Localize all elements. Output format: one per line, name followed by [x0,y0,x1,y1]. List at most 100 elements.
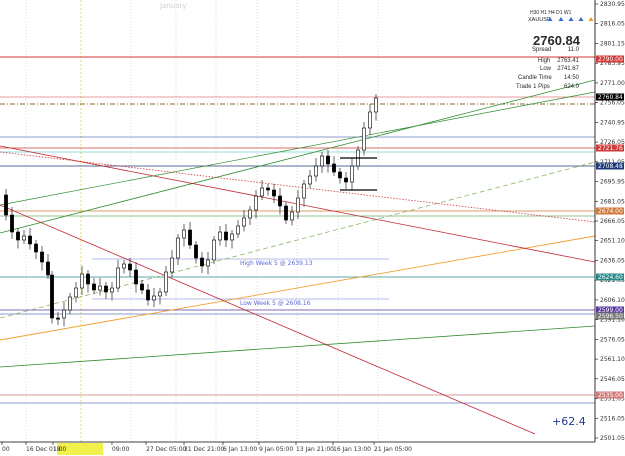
candle-body [122,263,126,269]
candle-body [212,239,216,261]
candle-body [62,309,66,319]
candle-body [296,197,300,213]
price-axis[interactable] [595,0,625,456]
candle-body [34,243,38,253]
candle-body [50,274,54,319]
price-tick-label: 2666.05 [600,218,625,225]
candle-body [254,195,258,211]
chart-window: H30 H1 H4 D1 W1 XAUUSD 2760.84 Spread 11… [0,0,625,456]
price-level-tag-text: 2721.76 [598,145,623,152]
candle-body [218,231,222,241]
candle-body [362,127,366,151]
time-tick-label: 27 Dec 05:00 [146,446,187,453]
candle-body [40,251,44,263]
candle-body [152,295,156,301]
price-tick-label: 2740.95 [600,119,625,126]
candle-body [266,187,270,191]
trade-pips-value: 624.0 [564,84,580,90]
candle-body [176,237,180,259]
price-tick-label: 2695.95 [600,179,625,186]
candle-body [260,187,264,197]
time-tick-label: 13 Jan 21:00 [296,446,334,453]
spread-label: Spread [532,47,551,53]
time-tick-label: 16 Jan 13:00 [333,446,371,453]
candle-body [46,261,50,276]
time-tick-label: 09:00 [112,446,129,453]
candle-body [368,111,372,129]
candle-body [284,205,288,221]
candle-body [314,165,318,177]
candle-body [158,291,162,297]
candle-body [86,273,90,285]
timeframe-labels[interactable]: H30 H1 H4 D1 W1 [530,10,572,16]
candle-body [22,235,26,241]
candle-body [128,263,132,271]
candle-body [290,211,294,221]
candle-body [248,209,252,219]
candle-body [188,229,192,246]
price-tick-label: 2576.05 [600,336,625,343]
candle-body [146,289,150,301]
candle-body [326,155,330,165]
price-tick-label: 2516.05 [600,415,625,422]
pnl-value: +62.4 [552,415,586,428]
time-tick-label: 21 Jan 05:00 [374,446,412,453]
price-tick-label: 2651.10 [600,238,625,245]
candle-body [350,165,354,183]
candle-body [242,217,246,227]
high-label: High [538,58,550,64]
candle-body [140,283,144,291]
low-label: Low [540,66,552,72]
candle-body [374,97,378,113]
candle-time-value: 14:50 [564,75,580,81]
price-tick-label: 2636.05 [600,257,625,264]
price-tick-label: 2606.10 [600,297,625,304]
candle-body [344,177,348,183]
price-tick-label: 2816.05 [600,21,625,28]
price-level-tag-text: 2596.50 [598,313,623,320]
candle-body [236,225,240,235]
candle-body [182,229,186,239]
price-tick-label: 2801.15 [600,40,625,47]
candle-body [206,259,210,267]
symbol-label: XAUUSD [528,17,551,23]
candle-body [200,257,204,267]
candle-body [230,233,234,241]
price-tick-label: 2546.05 [600,376,625,383]
price-level-tag-text: 2760.84 [598,94,623,101]
candle-body [56,317,60,320]
candle-body [110,287,114,293]
candle-body [272,189,276,197]
plot-area [0,0,595,442]
candle-body [170,257,174,273]
low-week-label: Low Week 5 @ 2608.16 [240,300,311,307]
candle-body [104,285,108,293]
high-week-label: High Week 5 @ 2639.13 [240,260,313,267]
candle-body [224,231,228,241]
candle-body [308,175,312,185]
price-level-tag-text: 2708.48 [598,163,623,170]
price-chart[interactable]: H30 H1 H4 D1 W1 XAUUSD 2760.84 Spread 11… [0,0,625,456]
candle-body [80,273,84,289]
price-tick-label: 2830.95 [600,1,625,8]
candle-body [98,285,102,291]
candle-body [134,269,138,285]
time-tick-label: 18 [53,446,61,453]
candle-body [278,195,282,207]
candle-body [332,163,336,173]
month-watermark: January [159,2,187,10]
time-tick-label: 9 Jan 05:00 [259,446,293,453]
low-value: 2741.67 [557,66,579,72]
candle-body [68,296,72,311]
high-value: 2763.41 [557,58,579,64]
candle-body [10,214,14,233]
candle-body [116,267,120,289]
time-tick-label: 6 Jan 13:00 [223,446,257,453]
price-tick-label: 2501.05 [600,435,625,442]
candle-body [4,194,8,216]
price-level-tag-text: 2535.00 [598,392,623,399]
price-tick-label: 2681.05 [600,198,625,205]
candle-body [164,271,168,293]
price-tick-label: 2771.00 [600,80,625,87]
price-tick-labels: 2830.952816.052801.152785.952771.002756.… [595,1,625,442]
